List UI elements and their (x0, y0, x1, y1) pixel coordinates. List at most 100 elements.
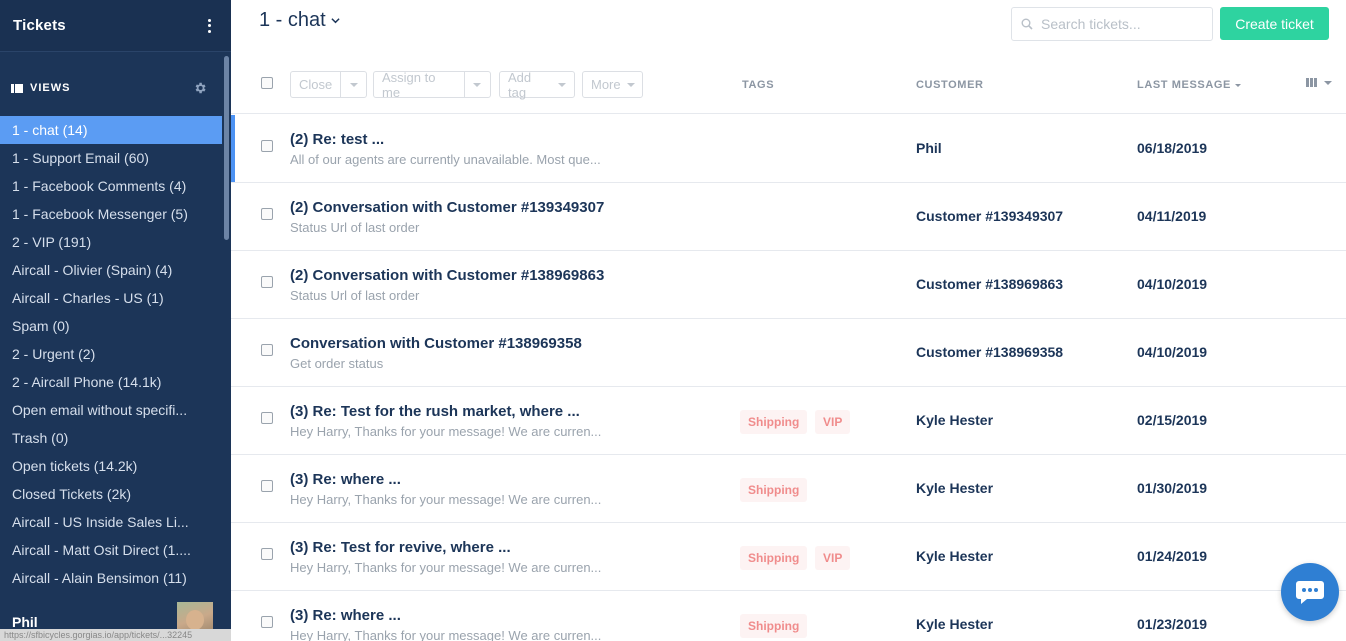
ticket-excerpt: Hey Harry, Thanks for your message! We a… (290, 560, 602, 575)
ticket-checkbox[interactable] (261, 208, 273, 220)
sidebar-view-item[interactable]: 1 - Support Email (60) (0, 144, 222, 172)
sidebar-view-item[interactable]: Spam (0) (0, 312, 222, 340)
view-title: 1 - chat (259, 9, 326, 31)
ticket-row[interactable]: Conversation with Customer #138969358 Get… (231, 319, 1346, 387)
ticket-checkbox[interactable] (261, 344, 273, 356)
ticket-tag[interactable]: VIP (815, 546, 851, 570)
sidebar-view-item[interactable]: Aircall - Alain Bensimon (11) (0, 564, 222, 592)
sidebar-view-item[interactable]: Open tickets (14.2k) (0, 452, 222, 480)
ticket-subject: (2) Conversation with Customer #13896986… (290, 267, 605, 284)
ticket-checkbox[interactable] (261, 412, 273, 424)
sidebar-view-item[interactable]: 1 - chat (14) (0, 116, 222, 144)
sidebar-view-item[interactable]: Aircall - Charles - US (1) (0, 284, 222, 312)
sidebar-title: Tickets (13, 17, 66, 34)
sidebar-view-item[interactable]: 1 - Facebook Messenger (5) (0, 200, 222, 228)
ticket-row[interactable]: (3) Re: where ... Hey Harry, Thanks for y… (231, 591, 1346, 641)
sidebar-view-item[interactable]: Closed Tickets (2k) (0, 480, 222, 508)
search-icon (1021, 18, 1033, 30)
ticket-tag[interactable]: Shipping (740, 546, 808, 570)
ticket-last-message-date: 04/10/2019 (1137, 344, 1208, 360)
column-header-tags: TAGS (742, 79, 775, 91)
more-button[interactable]: More (582, 71, 643, 98)
ticket-subject: (2) Conversation with Customer #13934930… (290, 199, 605, 216)
sidebar-view-item[interactable]: 1 - Facebook Comments (4) (0, 172, 222, 200)
ticket-checkbox[interactable] (261, 548, 273, 560)
ticket-checkbox[interactable] (261, 480, 273, 492)
assign-to-me-button[interactable]: Assign to me (373, 69, 491, 100)
main-panel: 1 - chat Create ticket Close Assign to m… (231, 0, 1346, 641)
sidebar-view-item[interactable]: Aircall - US Inside Sales Li... (0, 508, 222, 536)
ticket-checkbox[interactable] (261, 276, 273, 288)
ticket-tag[interactable]: Shipping (740, 410, 808, 434)
search-box (1011, 7, 1213, 41)
ticket-row[interactable]: (2) Conversation with Customer #13934930… (231, 183, 1346, 251)
ticket-excerpt: Get order status (290, 356, 384, 371)
kebab-icon[interactable] (201, 16, 217, 36)
ticket-row[interactable]: (3) Re: Test for revive, where ... Hey Ha… (231, 523, 1346, 591)
column-header-last-message[interactable]: LAST MESSAGE (1137, 79, 1241, 91)
sidebar-view-item[interactable]: Aircall - Matt Osit Direct (1.... (0, 536, 222, 564)
ticket-list: (2) Re: test ... All of our agents are cu… (231, 115, 1346, 641)
ticket-last-message-date: 02/15/2019 (1137, 412, 1208, 428)
ticket-last-message-date: 01/24/2019 (1137, 548, 1208, 564)
ticket-customer[interactable]: Kyle Hester (916, 480, 993, 496)
ticket-subject: Conversation with Customer #138969358 (290, 335, 582, 352)
ticket-checkbox[interactable] (261, 616, 273, 628)
add-tag-button[interactable]: Add tag (499, 69, 575, 100)
ticket-last-message-date: 06/18/2019 (1137, 140, 1208, 156)
close-label: Close (299, 77, 333, 92)
ticket-excerpt: Hey Harry, Thanks for your message! We a… (290, 492, 602, 507)
ticket-tag[interactable]: VIP (815, 410, 851, 434)
select-all-checkbox[interactable] (261, 77, 273, 89)
search-input[interactable] (1041, 16, 1206, 32)
sidebar-view-item[interactable]: 2 - VIP (191) (0, 228, 222, 256)
sidebar-view-item[interactable]: 2 - Urgent (2) (0, 340, 222, 368)
column-toggle[interactable] (1306, 78, 1332, 87)
ticket-customer[interactable]: Kyle Hester (916, 548, 993, 564)
ticket-subject: (3) Re: Test for the rush market, where … (290, 403, 580, 420)
assign-label: Assign to me (382, 69, 436, 100)
ticket-row[interactable]: (2) Re: test ... All of our agents are cu… (231, 115, 1346, 183)
ticket-customer[interactable]: Kyle Hester (916, 412, 993, 428)
chat-widget-button[interactable] (1281, 563, 1339, 621)
views-icon (11, 83, 23, 93)
ticket-tag[interactable]: Shipping (740, 478, 808, 502)
ticket-last-message-date: 04/11/2019 (1137, 208, 1207, 224)
ticket-row[interactable]: (3) Re: Test for the rush market, where … (231, 387, 1346, 455)
ticket-customer[interactable]: Phil (916, 140, 942, 156)
ticket-excerpt: Status Url of last order (290, 288, 420, 303)
ticket-last-message-date: 01/23/2019 (1137, 616, 1208, 632)
ticket-customer[interactable]: Customer #138969358 (916, 344, 1063, 360)
sidebar-scrollbar[interactable] (224, 56, 229, 240)
app: Tickets VIEWS 1 - chat (14) 1 - Support E… (0, 0, 1346, 641)
create-ticket-button[interactable]: Create ticket (1220, 7, 1329, 40)
assign-dropdown[interactable] (463, 72, 490, 97)
ticket-row[interactable]: (2) Conversation with Customer #13896986… (231, 251, 1346, 319)
sidebar-view-item[interactable]: Trash (0) (0, 424, 222, 452)
ticket-subject: (3) Re: Test for revive, where ... (290, 539, 511, 556)
sidebar: Tickets VIEWS 1 - chat (14) 1 - Support E… (0, 0, 231, 641)
gear-icon[interactable] (193, 81, 207, 95)
views-label: VIEWS (30, 82, 71, 94)
ticket-excerpt: Status Url of last order (290, 220, 420, 235)
close-dropdown[interactable] (340, 72, 366, 97)
ticket-customer[interactable]: Customer #138969863 (916, 276, 1063, 292)
views-header: VIEWS (11, 78, 207, 98)
ticket-customer[interactable]: Customer #139349307 (916, 208, 1063, 224)
sidebar-view-item[interactable]: Aircall - Olivier (Spain) (4) (0, 256, 222, 284)
ticket-checkbox[interactable] (261, 140, 273, 152)
user-name: Phil (12, 614, 38, 630)
close-button[interactable]: Close (290, 71, 367, 98)
more-label: More (591, 77, 621, 92)
ticket-row[interactable]: (3) Re: where ... Hey Harry, Thanks for y… (231, 455, 1346, 523)
view-title-dropdown[interactable]: 1 - chat (259, 9, 340, 32)
ticket-excerpt: All of our agents are currently unavaila… (290, 152, 601, 167)
ticket-customer[interactable]: Kyle Hester (916, 616, 993, 632)
column-header-customer[interactable]: CUSTOMER (916, 79, 984, 91)
sidebar-view-item[interactable]: Open email without specifi... (0, 396, 222, 424)
ticket-last-message-date: 04/10/2019 (1137, 276, 1208, 292)
ticket-excerpt: Hey Harry, Thanks for your message! We a… (290, 424, 602, 439)
ticket-tag[interactable]: Shipping (740, 614, 808, 638)
add-tag-label: Add tag (508, 69, 532, 100)
sidebar-view-item[interactable]: 2 - Aircall Phone (14.1k) (0, 368, 222, 396)
